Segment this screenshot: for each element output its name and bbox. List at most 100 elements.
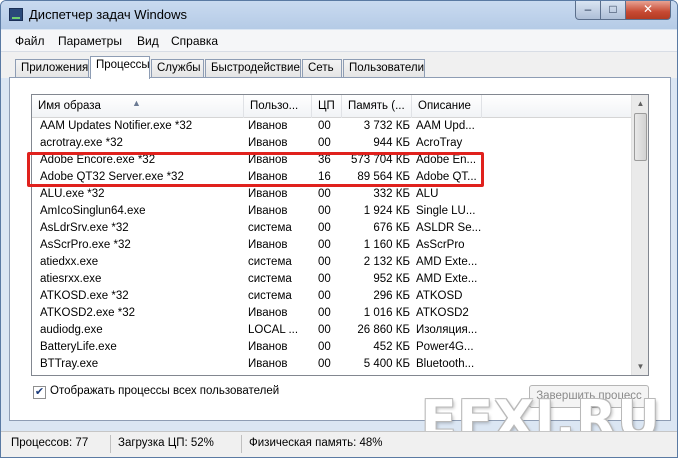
cell-memory: 944 КБ: [373, 137, 410, 149]
column-image-name[interactable]: Имя образа ▲: [32, 95, 244, 118]
cell-user: Иванов: [248, 171, 288, 183]
cell-user: система: [248, 290, 292, 302]
cell-image-name: AsScrPro.exe *32: [40, 239, 131, 251]
show-all-users-checkbox[interactable]: ✔: [33, 386, 46, 399]
table-row[interactable]: AsScrPro.exe *32 Иванов 00 1 160 КБ AsSc…: [32, 238, 632, 255]
cell-description: AcroTray: [416, 137, 463, 149]
menu-bar: Файл Параметры Вид Справка: [1, 30, 677, 52]
cell-description: Изоляция...: [416, 324, 478, 336]
column-image-name-label: Имя образа: [38, 100, 101, 112]
cell-user: Иванов: [248, 137, 288, 149]
cell-memory: 3 732 КБ: [363, 120, 410, 132]
sort-ascending-icon: ▲: [132, 98, 141, 108]
close-button[interactable]: ✕: [625, 1, 671, 20]
cell-image-name: acrotray.exe *32: [40, 137, 123, 149]
table-row[interactable]: AsLdrSrv.exe *32 система 00 676 КБ ASLDR…: [32, 221, 632, 238]
menu-options[interactable]: Параметры: [58, 34, 122, 48]
cell-memory: 332 КБ: [373, 188, 410, 200]
cell-description: Adobe En...: [416, 154, 477, 166]
table-row[interactable]: audiodg.exe LOCAL ... 00 26 860 КБ Изоля…: [32, 323, 632, 340]
cell-memory: 452 КБ: [373, 341, 410, 353]
cell-cpu: 16: [318, 171, 331, 183]
cell-image-name: AAM Updates Notifier.exe *32: [40, 120, 193, 132]
status-cpu: Загрузка ЦП: 52%: [118, 437, 214, 449]
cell-memory: 89 564 КБ: [357, 171, 410, 183]
cell-user: Иванов: [248, 188, 288, 200]
cell-cpu: 00: [318, 273, 331, 285]
cell-cpu: 00: [318, 324, 331, 336]
cell-description: ALU: [416, 188, 439, 200]
status-divider: [110, 435, 111, 453]
table-row[interactable]: acrotray.exe *32 Иванов 00 944 КБ AcroTr…: [32, 136, 632, 153]
cell-cpu: 00: [318, 188, 331, 200]
cell-image-name: ATKOSD.exe *32: [40, 290, 129, 302]
cell-memory: 26 860 КБ: [357, 324, 410, 336]
cell-memory: 2 132 КБ: [363, 256, 410, 268]
cell-description: AMD Exte...: [416, 256, 478, 268]
vertical-scrollbar[interactable]: ▲ ▼: [631, 95, 648, 375]
show-all-users-label[interactable]: Отображать процессы всех пользователей: [50, 385, 279, 397]
table-row[interactable]: ATKOSD2.exe *32 Иванов 00 1 016 КБ ATKOS…: [32, 306, 632, 323]
column-memory[interactable]: Память (...: [342, 95, 412, 118]
tab-performance[interactable]: Быстродействие: [205, 59, 301, 78]
tab-processes[interactable]: Процессы: [90, 56, 150, 79]
cell-description: Bluetooth...: [416, 358, 475, 370]
cell-cpu: 00: [318, 120, 331, 132]
cell-image-name: atiedxx.exe: [40, 256, 99, 268]
cell-image-name: Adobe Encore.exe *32: [40, 154, 156, 166]
cell-user: LOCAL ...: [248, 324, 299, 336]
cell-description: ATKOSD2: [416, 307, 469, 319]
scroll-up-icon[interactable]: ▲: [632, 95, 648, 112]
tab-applications[interactable]: Приложения: [15, 59, 89, 78]
table-row[interactable]: AmIcoSinglun64.exe Иванов 00 1 924 КБ Si…: [32, 204, 632, 221]
maximize-button[interactable]: □: [600, 1, 626, 20]
cell-user: Иванов: [248, 358, 288, 370]
menu-file[interactable]: Файл: [15, 34, 45, 48]
task-manager-icon: [9, 8, 23, 21]
scroll-down-icon[interactable]: ▼: [632, 358, 648, 375]
cell-image-name: AmIcoSinglun64.exe: [40, 205, 146, 217]
cell-image-name: ALU.exe *32: [40, 188, 105, 200]
cell-memory: 5 400 КБ: [363, 358, 410, 370]
status-processes: Процессов: 77: [11, 437, 89, 449]
menu-help[interactable]: Справка: [171, 34, 218, 48]
cell-user: Иванов: [248, 239, 288, 251]
table-row[interactable]: ALU.exe *32 Иванов 00 332 КБ ALU: [32, 187, 632, 204]
menu-view[interactable]: Вид: [137, 34, 159, 48]
tab-services[interactable]: Службы: [151, 59, 204, 78]
column-description[interactable]: Описание: [412, 95, 482, 118]
cell-description: Single LU...: [416, 205, 476, 217]
table-row[interactable]: BTTray.exe Иванов 00 5 400 КБ Bluetooth.…: [32, 357, 632, 374]
table-row[interactable]: AAM Updates Notifier.exe *32 Иванов 00 3…: [32, 119, 632, 136]
cell-image-name: atiesrxx.exe: [40, 273, 102, 285]
cell-cpu: 00: [318, 358, 331, 370]
cell-memory: 952 КБ: [373, 273, 410, 285]
list-header: Имя образа ▲ Пользо... ЦП Память (... Оп…: [32, 95, 632, 118]
minimize-button[interactable]: –: [575, 1, 601, 20]
table-row[interactable]: Adobe QT32 Server.exe *32 Иванов 16 89 5…: [32, 170, 632, 187]
cell-description: ASLDR Se...: [416, 222, 482, 234]
cell-description: AMD Exte...: [416, 273, 478, 285]
table-row[interactable]: ATKOSD.exe *32 система 00 296 КБ ATKOSD: [32, 289, 632, 306]
column-user[interactable]: Пользо...: [244, 95, 312, 118]
cell-image-name: BatteryLife.exe: [40, 341, 117, 353]
cell-user: Иванов: [248, 120, 288, 132]
cell-user: система: [248, 222, 292, 234]
column-cpu[interactable]: ЦП: [312, 95, 342, 118]
cell-image-name: ATKOSD2.exe *32: [40, 307, 136, 319]
tab-networking[interactable]: Сеть: [302, 59, 342, 78]
process-list[interactable]: Имя образа ▲ Пользо... ЦП Память (... Оп…: [31, 94, 649, 376]
table-row[interactable]: atiesrxx.exe система 00 952 КБ AMD Exte.…: [32, 272, 632, 289]
cell-memory: 296 КБ: [373, 290, 410, 302]
cell-cpu: 00: [318, 341, 331, 353]
table-row[interactable]: atiedxx.exe система 00 2 132 КБ AMD Exte…: [32, 255, 632, 272]
title-bar[interactable]: Диспетчер задач Windows – □ ✕: [1, 1, 677, 29]
cell-user: система: [248, 256, 292, 268]
scroll-thumb[interactable]: [634, 113, 647, 161]
status-divider: [241, 435, 242, 453]
table-row[interactable]: Adobe Encore.exe *32 Иванов 36 573 704 К…: [32, 153, 632, 170]
tab-users[interactable]: Пользователи: [343, 59, 425, 78]
cell-memory: 1 016 КБ: [363, 307, 410, 319]
table-row[interactable]: BatteryLife.exe Иванов 00 452 КБ Power4G…: [32, 340, 632, 357]
cell-memory: 1 924 КБ: [363, 205, 410, 217]
